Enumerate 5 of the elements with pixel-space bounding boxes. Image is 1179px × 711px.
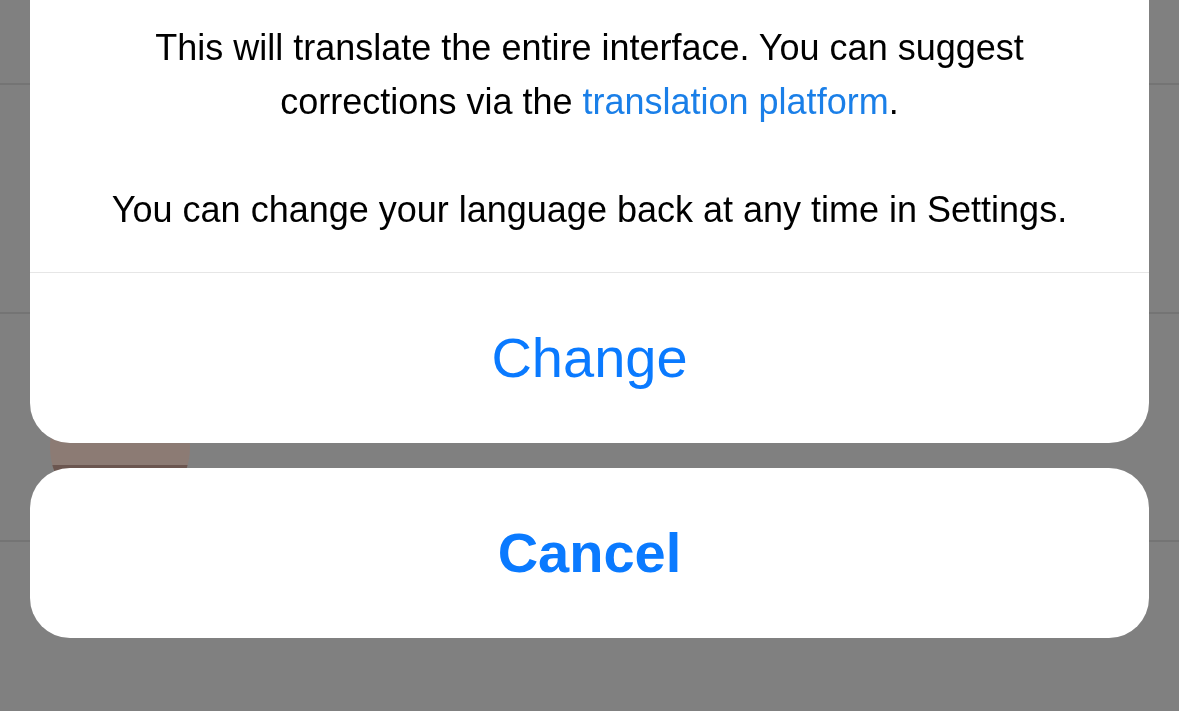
- alert-message: This will translate the entire interface. You can suggest corrections via the translation platform.: [154, 26, 1025, 124]
- cancel-button[interactable]: Cancel: [30, 468, 1149, 638]
- alert-message: You can change your language back at any time in Settings.: [110, 188, 1069, 232]
- change-button[interactable]: Change: [30, 273, 1149, 443]
- translation-link[interactable]: translation platform: [582, 81, 889, 122]
